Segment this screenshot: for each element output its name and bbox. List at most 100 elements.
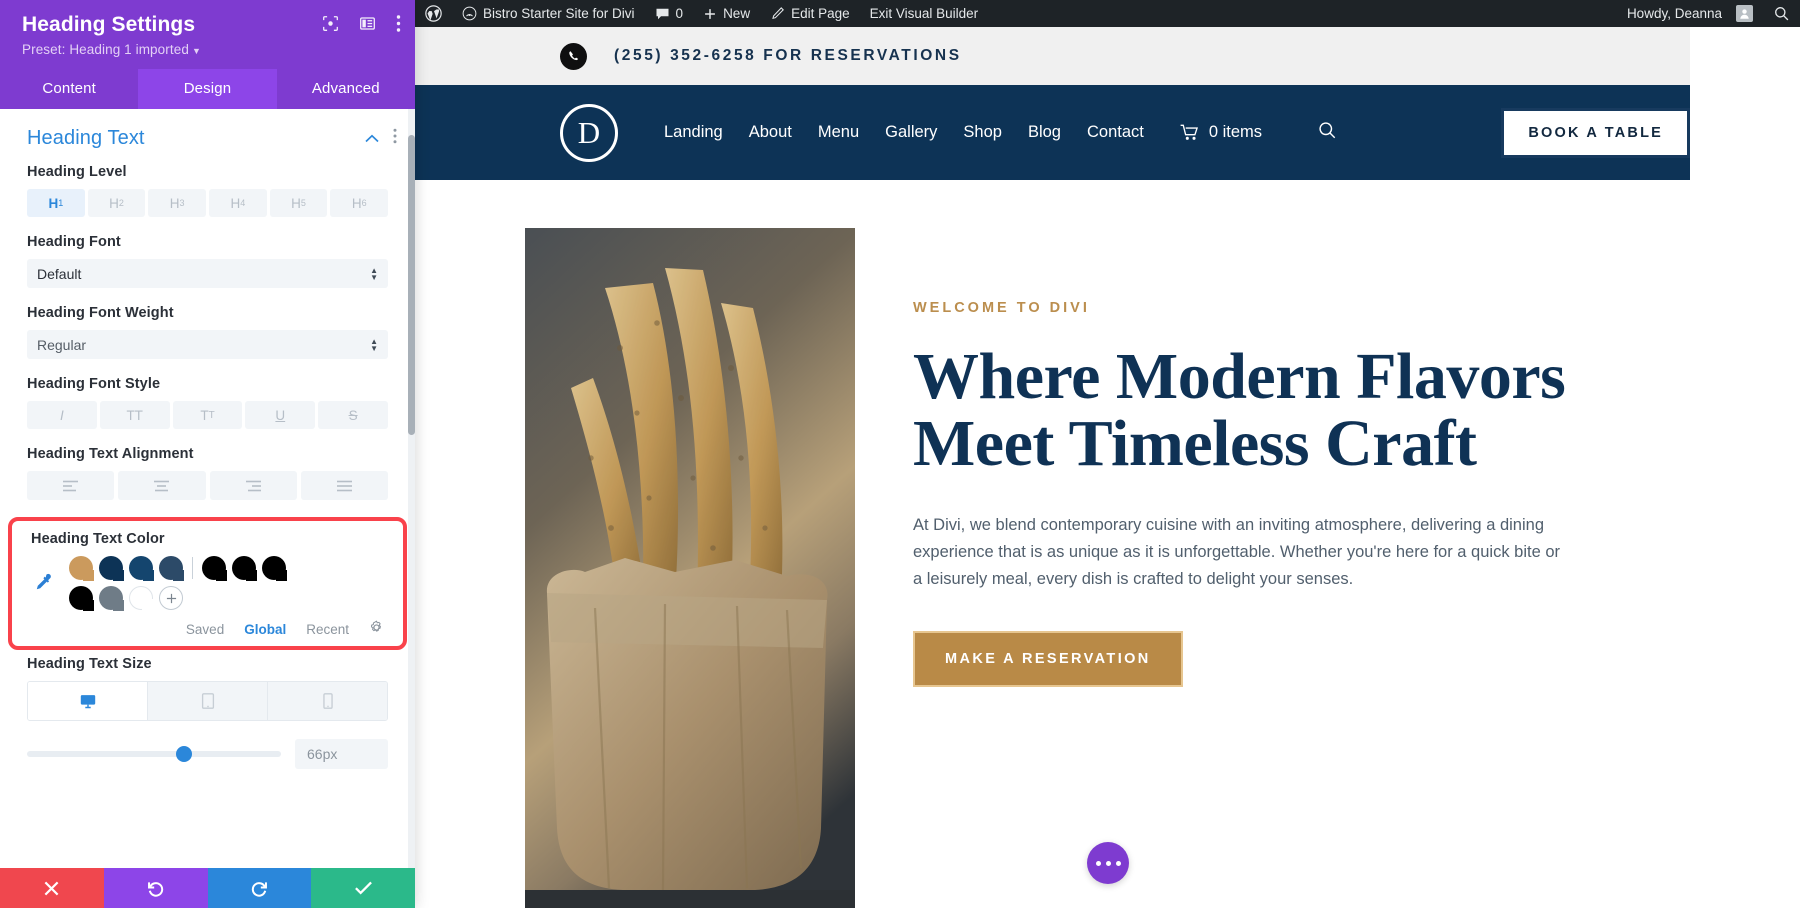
kebab-menu-icon: [396, 15, 401, 32]
preset-selector[interactable]: Preset: Heading 1 imported ▼: [22, 42, 397, 57]
device-phone-button[interactable]: [268, 682, 387, 721]
phone-reservations-text: (255) 352-6258 FOR RESERVATIONS: [614, 47, 962, 64]
search-icon: [1775, 7, 1789, 21]
swatch-black-1[interactable]: [202, 556, 227, 582]
tab-advanced[interactable]: Advanced: [277, 69, 415, 109]
wp-exit-visual-builder-button[interactable]: Exit Visual Builder: [860, 0, 989, 27]
heading-text-size-slider-row: 66px: [27, 739, 388, 770]
underline-icon[interactable]: U: [245, 401, 316, 430]
scrollbar-thumb[interactable]: [408, 135, 415, 436]
cancel-button[interactable]: [0, 868, 104, 908]
wp-site-name-menu[interactable]: Bistro Starter Site for Divi: [452, 0, 645, 27]
hero-heading[interactable]: Where Modern Flavors Meet Timeless Craft: [913, 343, 1690, 478]
eyedropper-icon: [36, 573, 51, 590]
swatch-slate-blue[interactable]: [159, 556, 184, 582]
nav-link-about[interactable]: About: [749, 123, 792, 142]
palette-tab-row: Saved Global Recent: [31, 620, 384, 638]
settings-panel-body: Heading Text Heading Level H 1 H 2 H 3 H…: [0, 109, 415, 868]
add-swatch-button[interactable]: [159, 586, 183, 611]
heading-text-size-input[interactable]: 66px: [295, 739, 388, 770]
swatch-white[interactable]: [129, 586, 153, 611]
palette-settings-button[interactable]: [369, 620, 384, 638]
palette-tab-saved[interactable]: Saved: [186, 622, 224, 637]
uppercase-icon[interactable]: TT: [99, 401, 170, 430]
settings-panel-header: Heading Settings Preset: Heading 1 impor…: [0, 0, 415, 70]
tab-content[interactable]: Content: [0, 69, 138, 109]
palette-tab-recent[interactable]: Recent: [306, 622, 349, 637]
eyedropper-button[interactable]: [31, 572, 69, 594]
strikethrough-icon[interactable]: S: [318, 401, 388, 430]
nav-link-menu[interactable]: Menu: [818, 123, 859, 142]
wp-admin-bar: Bistro Starter Site for Divi 0 New Edit …: [415, 0, 1800, 27]
align-justify-icon[interactable]: [300, 471, 388, 501]
heading-text-size-slider[interactable]: [27, 746, 281, 763]
preset-label: Preset: Heading 1 imported: [22, 42, 189, 58]
heading-font-weight-select[interactable]: Regular ▲ ▼: [27, 330, 388, 360]
heading-level-h1[interactable]: H1: [27, 189, 85, 218]
settings-scroll-area: Heading Text Heading Level H 1 H 2 H 3 H…: [0, 109, 415, 796]
nav-link-contact[interactable]: Contact: [1087, 123, 1144, 142]
nav-link-landing[interactable]: Landing: [664, 123, 723, 142]
redo-button[interactable]: [207, 868, 312, 908]
cart-button[interactable]: 0 items: [1180, 123, 1262, 142]
heading-level-h4[interactable]: H4: [209, 189, 267, 218]
heading-level-h3[interactable]: H3: [148, 189, 207, 218]
kebab-menu-button[interactable]: [396, 14, 401, 38]
cart-items-label: 0 items: [1208, 123, 1263, 141]
align-right-icon[interactable]: [209, 471, 297, 501]
tab-design[interactable]: Design: [138, 69, 277, 110]
settings-header-icon-group: [322, 14, 401, 38]
capitalize-icon[interactable]: TT: [172, 401, 243, 430]
swatch-gold[interactable]: [69, 556, 94, 582]
chevron-updown-icon: ▲ ▼: [370, 336, 378, 353]
nav-link-shop[interactable]: Shop: [963, 123, 1002, 142]
swatch-gray[interactable]: [99, 586, 124, 612]
heading-level-h6[interactable]: H6: [330, 189, 389, 218]
palette-tab-global[interactable]: Global: [244, 622, 286, 637]
focus-target-icon: [323, 16, 338, 31]
nav-link-blog[interactable]: Blog: [1028, 123, 1061, 142]
align-center-icon[interactable]: [118, 471, 206, 501]
swatch-divider: [192, 557, 193, 580]
site-search-button[interactable]: [1318, 121, 1337, 145]
book-a-table-button[interactable]: BOOK A TABLE: [1501, 107, 1690, 158]
section-kebab-menu[interactable]: [393, 128, 397, 149]
device-desktop-button[interactable]: [28, 682, 148, 721]
wp-new-button[interactable]: New: [693, 0, 760, 27]
heading-level-h5[interactable]: H5: [269, 189, 328, 218]
swatch-black-4[interactable]: [69, 586, 94, 612]
nav-link-gallery[interactable]: Gallery: [885, 123, 937, 142]
wp-new-label: New: [723, 6, 751, 21]
layout-panel-button[interactable]: [359, 15, 376, 37]
italic-icon[interactable]: I: [27, 401, 97, 430]
heading-text-section-header[interactable]: Heading Text: [0, 109, 415, 164]
wp-comments-button[interactable]: 0: [645, 0, 694, 27]
swatch-navy[interactable]: [99, 556, 124, 582]
phone-icon: [560, 42, 587, 70]
chevron-up-icon[interactable]: [365, 130, 379, 147]
wp-edit-page-button[interactable]: Edit Page: [760, 0, 860, 27]
swatch-blue[interactable]: [129, 556, 154, 582]
heading-font-select[interactable]: Default ▲ ▼: [27, 259, 388, 289]
make-a-reservation-button[interactable]: MAKE A RESERVATION: [913, 631, 1183, 688]
settings-panel-scrollbar[interactable]: [408, 109, 415, 868]
undo-button[interactable]: [103, 868, 208, 908]
focus-target-button[interactable]: [322, 15, 339, 37]
device-tablet-button[interactable]: [148, 682, 268, 721]
heading-level-h2[interactable]: H2: [87, 189, 146, 218]
slider-thumb[interactable]: [176, 746, 193, 763]
swatch-black-3[interactable]: [262, 556, 287, 582]
wp-logo-button[interactable]: [415, 0, 452, 27]
align-left-icon[interactable]: [27, 471, 115, 501]
heading-text-size-value: 66px: [307, 746, 338, 763]
more-options-fab[interactable]: [1087, 842, 1129, 884]
user-avatar-icon: [1740, 9, 1749, 19]
site-logo[interactable]: D: [560, 103, 618, 162]
save-button[interactable]: [311, 868, 415, 908]
wp-search-button[interactable]: [1763, 5, 1800, 22]
phone-icon: [322, 693, 333, 710]
plus-icon: [705, 8, 715, 19]
wp-account-menu[interactable]: Howdy, Deanna: [1617, 5, 1763, 22]
swatch-black-2[interactable]: [232, 556, 257, 582]
site-preview: (255) 352-6258 FOR RESERVATIONS D Landin…: [415, 27, 1800, 908]
